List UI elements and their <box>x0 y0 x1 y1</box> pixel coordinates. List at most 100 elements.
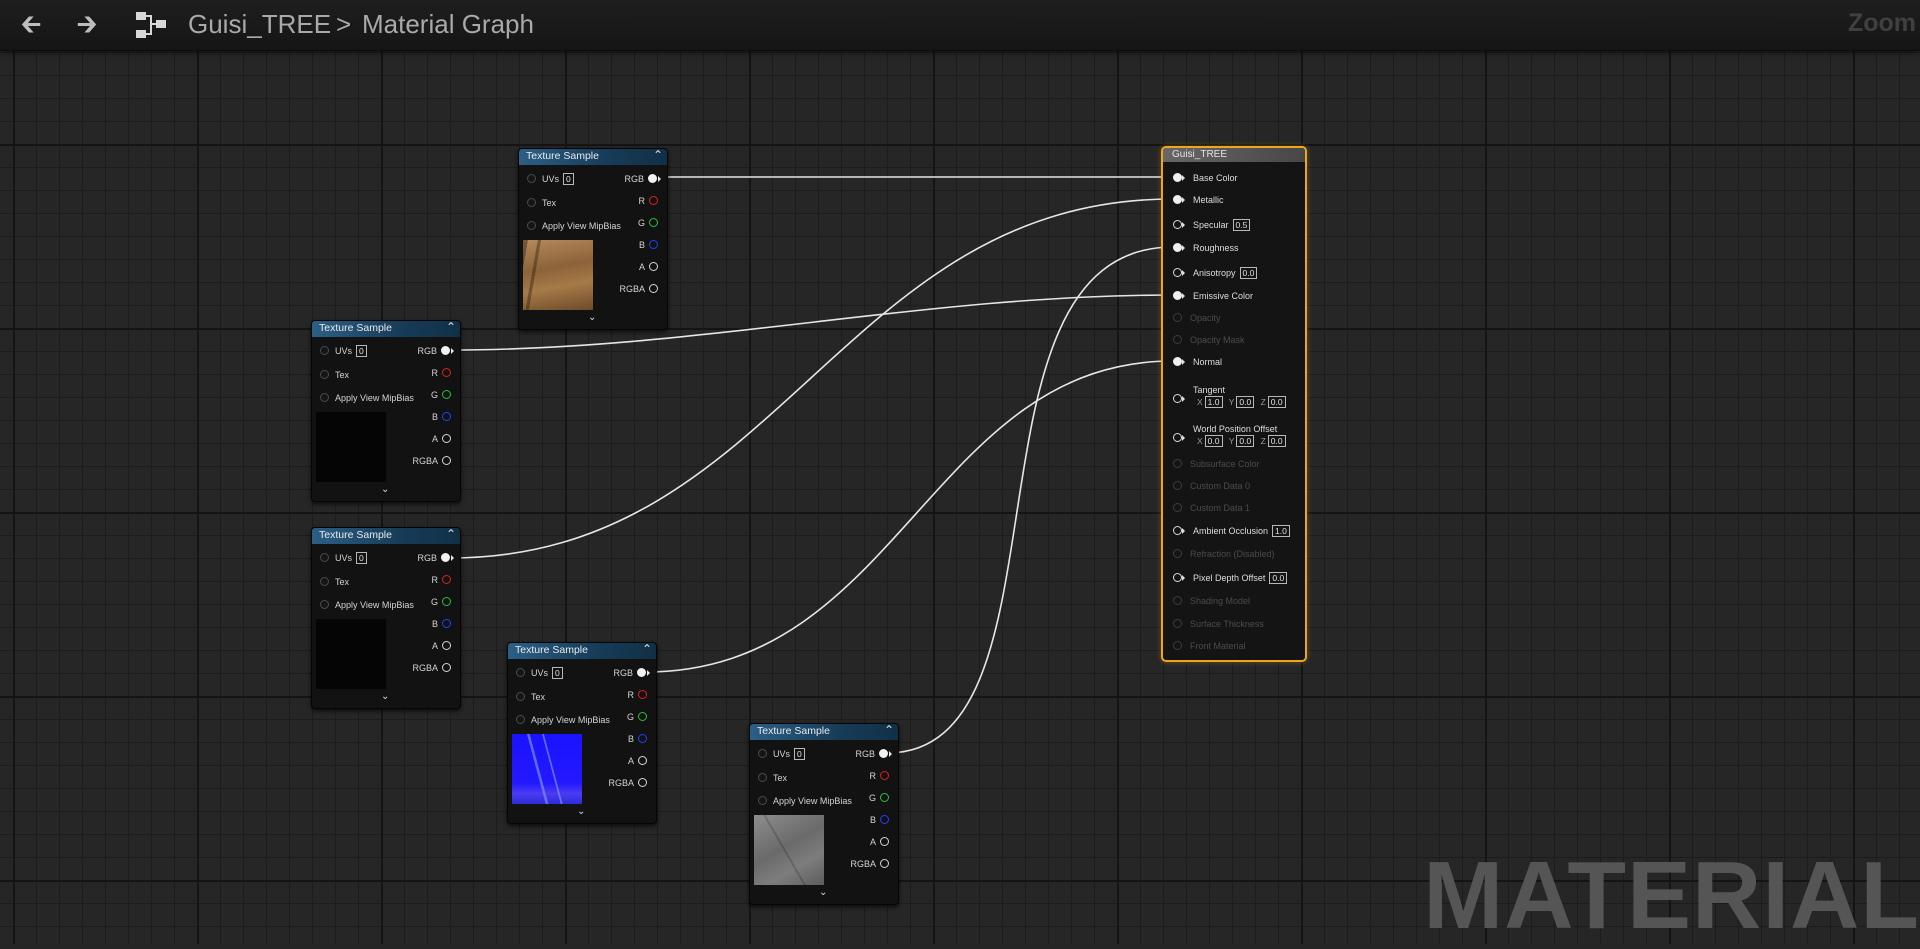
input-pin-icon[interactable] <box>516 692 525 702</box>
normal-pin[interactable]: Normal <box>1173 357 1222 368</box>
r-output[interactable]: R <box>870 770 889 782</box>
chevron-down-icon[interactable]: ⌄ <box>381 484 389 495</box>
output-pin-icon[interactable] <box>880 815 889 825</box>
input-pin-icon[interactable] <box>527 198 536 208</box>
b-output[interactable]: B <box>639 239 658 251</box>
g-output[interactable]: G <box>627 711 647 723</box>
rgb-output[interactable]: RGB <box>855 748 892 760</box>
output-pin-icon[interactable] <box>442 412 451 422</box>
output-pin-icon[interactable] <box>442 663 451 673</box>
uvs-input[interactable]: UVs 0 <box>320 552 367 564</box>
texture-sample-node[interactable]: Texture Sample ⌃ UVs 0 Tex Apply View Mip… <box>311 527 461 709</box>
a-output[interactable]: A <box>432 640 451 652</box>
mipbias-input[interactable]: Apply View MipBias <box>527 220 621 232</box>
input-pin-icon[interactable] <box>516 668 525 678</box>
mipbias-input[interactable]: Apply View MipBias <box>320 599 414 611</box>
mipbias-input[interactable]: Apply View MipBias <box>758 795 852 807</box>
output-pin-icon[interactable] <box>442 456 451 466</box>
texture-sample-node[interactable]: Texture Sample ⌃ UVs 0 Tex Apply View Mip… <box>311 320 461 502</box>
rgb-output[interactable]: RGB <box>417 345 454 357</box>
texture-sample-node[interactable]: Texture Sample ⌃ UVs 0 Tex Apply View Mip… <box>749 723 899 905</box>
tex-input[interactable]: Tex <box>758 772 787 784</box>
input-pin-icon[interactable] <box>758 749 767 759</box>
texture-sample-node[interactable]: Texture Sample ⌃ UVs 0 Tex Apply View Mip… <box>507 642 657 824</box>
uvs-input[interactable]: UVs 0 <box>320 345 367 357</box>
output-pin-icon[interactable] <box>441 553 450 563</box>
tex-input[interactable]: Tex <box>320 369 349 381</box>
output-pin-icon[interactable] <box>442 619 451 629</box>
base-color-pin[interactable]: Base Color <box>1173 173 1238 184</box>
specular-pin[interactable]: Specular 0.5 <box>1173 219 1251 231</box>
tangent-pin[interactable]: Tangent <box>1173 385 1225 404</box>
g-output[interactable]: G <box>638 217 658 229</box>
input-pin-icon[interactable] <box>758 773 767 783</box>
rgba-output[interactable]: RGBA <box>608 777 647 789</box>
rgb-output[interactable]: RGB <box>613 667 650 679</box>
output-pin-icon[interactable] <box>442 575 451 585</box>
output-pin-icon[interactable] <box>442 641 451 651</box>
uvs-input[interactable]: UVs 0 <box>516 667 563 679</box>
ambient-occlusion-pin[interactable]: Ambient Occlusion 1.0 <box>1173 525 1290 537</box>
pixel-depth-offset-pin[interactable]: Pixel Depth Offset 0.0 <box>1173 572 1288 584</box>
chevron-up-icon[interactable]: ⌃ <box>653 148 663 162</box>
chevron-down-icon[interactable]: ⌄ <box>577 806 585 817</box>
rgb-output[interactable]: RGB <box>624 173 661 185</box>
b-output[interactable]: B <box>870 814 889 826</box>
input-pin-icon[interactable] <box>527 221 536 231</box>
output-pin-icon[interactable] <box>442 434 451 444</box>
output-pin-icon[interactable] <box>649 262 658 272</box>
node-header[interactable]: Texture Sample ⌃ <box>312 320 460 337</box>
input-pin-icon[interactable] <box>320 393 329 403</box>
uvs-input[interactable]: UVs 0 <box>527 173 574 185</box>
a-output[interactable]: A <box>432 433 451 445</box>
output-pin-icon[interactable] <box>638 778 647 788</box>
node-header[interactable]: Texture Sample ⌃ <box>519 148 667 165</box>
tex-input[interactable]: Tex <box>516 691 545 703</box>
mipbias-input[interactable]: Apply View MipBias <box>320 392 414 404</box>
g-output[interactable]: G <box>869 792 889 804</box>
input-pin-icon[interactable] <box>320 600 329 610</box>
chevron-down-icon[interactable]: ⌄ <box>381 691 389 702</box>
output-pin-icon[interactable] <box>649 218 658 228</box>
input-pin-icon[interactable] <box>320 577 329 587</box>
output-pin-icon[interactable] <box>638 690 647 700</box>
breadcrumb-asset[interactable]: Guisi_TREE <box>188 9 331 40</box>
output-pin-icon[interactable] <box>649 240 658 250</box>
material-graph-canvas[interactable] <box>0 0 1920 944</box>
texture-sample-node[interactable]: Texture Sample ⌃ UVs 0 Tex Apply View Mip… <box>518 148 668 330</box>
anisotropy-pin[interactable]: Anisotropy 0.0 <box>1173 267 1258 279</box>
tex-input[interactable]: Tex <box>320 576 349 588</box>
output-pin-icon[interactable] <box>648 174 657 184</box>
output-pin-icon[interactable] <box>638 734 647 744</box>
rgba-output[interactable]: RGBA <box>850 858 889 870</box>
g-output[interactable]: G <box>431 596 451 608</box>
node-header[interactable]: Texture Sample ⌃ <box>508 642 656 659</box>
output-pin-icon[interactable] <box>441 346 450 356</box>
a-output[interactable]: A <box>639 261 658 273</box>
node-header[interactable]: Texture Sample ⌃ <box>312 527 460 544</box>
node-header[interactable]: Texture Sample ⌃ <box>750 723 898 740</box>
uvs-input[interactable]: UVs 0 <box>758 748 805 760</box>
b-output[interactable]: B <box>432 618 451 630</box>
r-output[interactable]: R <box>432 367 451 379</box>
output-pin-icon[interactable] <box>442 597 451 607</box>
output-pin-icon[interactable] <box>638 756 647 766</box>
node-header[interactable]: Guisi_TREE <box>1163 148 1305 162</box>
chevron-up-icon[interactable]: ⌃ <box>642 642 652 656</box>
a-output[interactable]: A <box>628 755 647 767</box>
chevron-down-icon[interactable]: ⌄ <box>819 887 827 898</box>
output-pin-icon[interactable] <box>637 668 646 678</box>
input-pin-icon[interactable] <box>320 553 329 563</box>
emissive-color-pin[interactable]: Emissive Color <box>1173 291 1253 302</box>
a-output[interactable]: A <box>870 836 889 848</box>
output-pin-icon[interactable] <box>880 859 889 869</box>
roughness-pin[interactable]: Roughness <box>1173 243 1239 254</box>
rgba-output[interactable]: RGBA <box>412 662 451 674</box>
input-pin-icon[interactable] <box>527 174 536 184</box>
rgba-output[interactable]: RGBA <box>619 283 658 295</box>
output-pin-icon[interactable] <box>442 390 451 400</box>
tangent-vector[interactable]: X 1.0 Y 0.0 Z 0.0 <box>1197 396 1290 408</box>
breadcrumb-graph[interactable]: Material Graph <box>362 9 534 40</box>
input-pin-icon[interactable] <box>516 715 525 725</box>
output-pin-icon[interactable] <box>649 284 658 294</box>
